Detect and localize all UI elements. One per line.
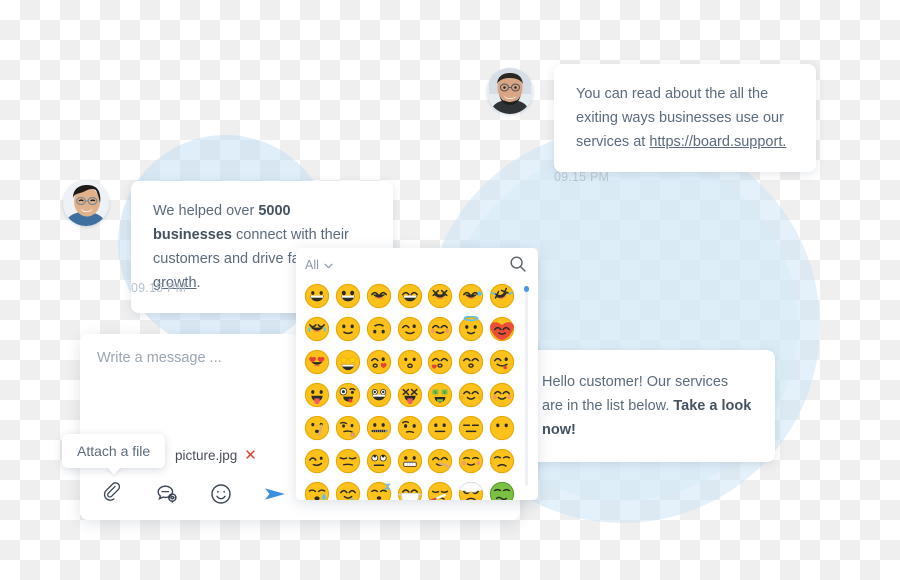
emoji-squinting-laugh[interactable] [426, 282, 454, 310]
emoji-heart-face[interactable] [488, 315, 516, 343]
emoji-hugging[interactable] [457, 381, 485, 409]
emoji-mask[interactable] [396, 480, 424, 500]
agent-avatar [487, 68, 533, 114]
emoji-beaming[interactable] [365, 282, 393, 310]
emoji-category-label: All [305, 258, 319, 272]
paperclip-icon [101, 481, 125, 511]
emoji-picker-header: All [296, 248, 538, 282]
message-text-end: . [196, 275, 201, 291]
emoji-unamused[interactable] [334, 447, 362, 475]
emoji-yum[interactable] [488, 348, 516, 376]
emoji-neutral[interactable] [426, 414, 454, 442]
emoji-grin-smiling-eyes[interactable] [396, 282, 424, 310]
emoji-button[interactable] [206, 481, 236, 511]
emoji-kissing-heart[interactable] [426, 348, 454, 376]
emoji-pensive[interactable] [488, 447, 516, 475]
emoji-grinning[interactable] [303, 282, 331, 310]
message-link[interactable]: https://board.support. [649, 134, 786, 150]
emoji-shushing[interactable] [303, 414, 331, 442]
emoji-slight-smile[interactable] [334, 315, 362, 343]
emoji-kissing-smile[interactable] [457, 348, 485, 376]
message-bubble-agent-1: You can read about the all the exiting w… [554, 64, 816, 172]
emoji-star-struck[interactable] [334, 348, 362, 376]
emoji-drooling-grin[interactable] [365, 381, 393, 409]
saved-replies-button[interactable] [152, 481, 182, 511]
emoji-zipper-mouth[interactable] [365, 414, 393, 442]
composer-toolbar [98, 481, 290, 511]
emoji-upside-down[interactable] [365, 315, 393, 343]
emoji-smirk[interactable] [303, 447, 331, 475]
emoji-sad-relieved[interactable] [303, 480, 331, 500]
emoji-bandage-head[interactable] [457, 480, 485, 500]
emoji-sleeping[interactable] [365, 480, 393, 500]
emoji-lying[interactable] [426, 447, 454, 475]
message-timestamp: 09.15 PM [131, 281, 187, 295]
smiley-icon [209, 482, 233, 511]
remove-attachment-icon[interactable]: ✕ [244, 448, 257, 463]
emoji-search-button[interactable] [509, 255, 527, 278]
emoji-relieved[interactable] [457, 447, 485, 475]
emoji-tongue-out[interactable] [303, 381, 331, 409]
send-arrow-icon [262, 481, 288, 512]
search-icon [509, 256, 527, 277]
emoji-sleepy-drool[interactable] [334, 480, 362, 500]
emoji-heart-eyes[interactable] [303, 348, 331, 376]
chevron-down-icon [324, 258, 333, 272]
message-text-start: We helped over [153, 203, 259, 219]
attachment-filename: picture.jpg [175, 448, 238, 463]
emoji-category-dropdown[interactable]: All [305, 258, 333, 272]
emoji-wink[interactable] [396, 315, 424, 343]
chat-gear-icon [155, 482, 179, 511]
emoji-shush-smile[interactable] [488, 381, 516, 409]
emoji-no-mouth[interactable] [488, 414, 516, 442]
send-button[interactable] [260, 481, 290, 511]
emoji-money-mouth[interactable]: $ $ [426, 381, 454, 409]
emoji-expressionless[interactable] [457, 414, 485, 442]
emoji-kissing[interactable] [396, 348, 424, 376]
message-bubble-agent-3: Hello customer! Our services are in the … [520, 350, 775, 462]
attach-file-tooltip: Attach a file [62, 434, 166, 468]
emoji-thermometer-face[interactable] [426, 480, 454, 500]
emoji-rofl[interactable] [488, 282, 516, 310]
emoji-nauseated[interactable] [488, 480, 516, 500]
attach-file-button[interactable] [98, 481, 128, 511]
emoji-scrollbar-thumb[interactable] [524, 286, 529, 292]
emoji-blowing-kiss[interactable] [365, 348, 393, 376]
message-timestamp: 09.15 PM [554, 170, 610, 184]
emoji-smiling-blush[interactable] [426, 315, 454, 343]
attachment-chip: picture.jpg ✕ [175, 448, 257, 463]
user-avatar [63, 180, 109, 226]
emoji-zany[interactable] [334, 381, 362, 409]
emoji-scrollbar-track[interactable] [525, 286, 528, 486]
chat-widget-preview: You can read about the all the exiting w… [0, 0, 900, 580]
emoji-joy-tears[interactable] [303, 315, 331, 343]
emoji-squint-tongue[interactable] [396, 381, 424, 409]
emoji-sweat-smile[interactable] [457, 282, 485, 310]
emoji-grinning-big-eyes[interactable] [334, 282, 362, 310]
emoji-grimacing[interactable] [396, 447, 424, 475]
emoji-rolling-eyes[interactable] [365, 447, 393, 475]
emoji-thinking[interactable] [334, 414, 362, 442]
emoji-raised-eyebrow[interactable] [396, 414, 424, 442]
emoji-grid: $ $ [303, 282, 519, 500]
message-input[interactable]: Write a message ... [97, 350, 222, 366]
emoji-picker-panel: All $ $ [296, 248, 538, 500]
emoji-halo[interactable] [457, 315, 485, 343]
